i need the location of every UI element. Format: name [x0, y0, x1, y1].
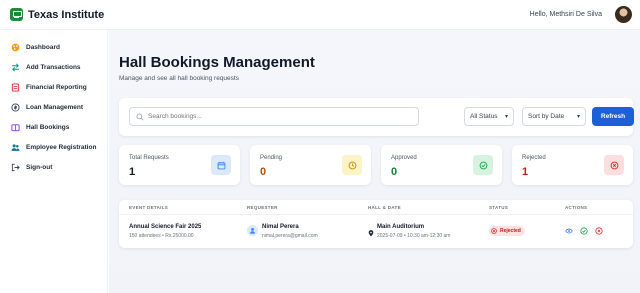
view-icon[interactable]	[565, 227, 573, 235]
x-circle-icon	[604, 155, 624, 175]
sidebar-item-label: Financial Reporting	[26, 83, 87, 91]
stat-value: 0	[260, 166, 267, 178]
booking-icon	[11, 123, 20, 132]
sidebar-item-dashboard[interactable]: Dashboard	[11, 40, 60, 54]
filter-bar: All Status ▾ Sort by Date ▾ Refresh	[119, 98, 634, 136]
sidebar-item-label: Dashboard	[26, 43, 60, 51]
chevron-down-icon: ▾	[504, 114, 508, 120]
event-meta: 150 attendees • Rs.25000.00	[129, 233, 194, 239]
sidebar-item-loan-management[interactable]: Loan Management	[11, 100, 83, 114]
sidebar-item-label: Add Transactions	[26, 63, 81, 71]
sidebar-item-employee-registration[interactable]: Employee Registration	[11, 140, 96, 154]
institute-logo-icon	[10, 8, 23, 21]
sort-select[interactable]: Sort by Date ▾	[522, 107, 586, 126]
approve-icon[interactable]	[580, 227, 588, 235]
page-title: Hall Bookings Management	[119, 54, 315, 71]
stat-label: Total Requests	[129, 155, 169, 161]
search-input[interactable]	[148, 113, 408, 120]
status-select-value: All Status	[470, 113, 498, 120]
hall-name: Main Auditorium	[377, 224, 425, 230]
sidebar-item-financial-reporting[interactable]: Financial Reporting	[11, 80, 87, 94]
check-circle-icon	[473, 155, 493, 175]
calendar-icon	[211, 155, 231, 175]
top-bar: Texas Institute Hello, Methsiri De Silva	[0, 0, 640, 30]
stat-label: Pending	[260, 155, 283, 161]
reject-icon[interactable]	[595, 227, 603, 235]
requester-email: nimal.perera@gmail.com	[262, 233, 318, 239]
requester-name: Nimal Perera	[262, 224, 299, 230]
stat-label: Rejected	[522, 155, 546, 161]
sidebar-item-label: Hall Bookings	[26, 123, 70, 131]
column-header: STATUS	[489, 205, 509, 210]
signout-icon	[11, 163, 20, 172]
app-title: Texas Institute	[28, 9, 105, 21]
stat-label: Approved	[391, 155, 417, 161]
header-divider	[119, 214, 633, 215]
stat-card-pending: Pending 0	[250, 145, 371, 185]
sidebar: Dashboard Add Transactions Financial Rep…	[0, 30, 108, 293]
stat-card-approved: Approved 0	[381, 145, 502, 185]
sidebar-item-label: Sign-out	[26, 163, 53, 171]
sort-select-value: Sort by Date	[528, 113, 565, 120]
column-header: REQUESTER	[247, 205, 278, 210]
loan-icon	[11, 102, 20, 112]
column-header: EVENT DETAILS	[129, 205, 169, 210]
chevron-down-icon: ▾	[576, 114, 580, 120]
user-avatar[interactable]	[615, 6, 632, 23]
user-greeting: Hello, Methsiri De Silva	[529, 11, 602, 18]
x-circle-icon	[491, 228, 497, 234]
clock-icon	[342, 155, 362, 175]
stat-value: 1	[129, 166, 136, 178]
search-box[interactable]	[129, 107, 419, 126]
swap-icon	[11, 63, 20, 72]
column-header: ACTIONS	[565, 205, 588, 210]
location-icon	[368, 224, 374, 242]
stat-value: 1	[522, 166, 529, 178]
sidebar-item-label: Loan Management	[26, 103, 84, 111]
sidebar-item-sign-out[interactable]: Sign-out	[11, 160, 52, 174]
status-text: Rejected	[500, 228, 521, 234]
refresh-button[interactable]: Refresh	[592, 107, 634, 126]
sidebar-item-label: Employee Registration	[26, 143, 97, 151]
sidebar-item-add-transactions[interactable]: Add Transactions	[11, 60, 81, 74]
person-icon	[247, 225, 258, 236]
status-select[interactable]: All Status ▾	[464, 107, 514, 126]
stat-card-total: Total Requests 1	[119, 145, 240, 185]
page-subtitle: Manage and see all hall booking requests	[119, 75, 239, 82]
search-icon	[136, 108, 144, 126]
report-icon	[11, 82, 20, 92]
users-icon	[11, 143, 20, 152]
booking-datetime: 2025-07-09 • 10:30 am-12:30 am	[377, 233, 451, 239]
main-content: Hall Bookings Management Manage and see …	[109, 30, 640, 293]
event-name: Annual Science Fair 2025	[129, 224, 202, 230]
stat-value: 0	[391, 166, 398, 178]
column-header: HALL & DATE	[368, 205, 401, 210]
bookings-table: EVENT DETAILS REQUESTER HALL & DATE STAT…	[119, 200, 633, 248]
stat-card-rejected: Rejected 1	[512, 145, 633, 185]
palette-icon	[11, 43, 20, 52]
status-badge: Rejected	[489, 226, 525, 236]
sidebar-item-hall-bookings[interactable]: Hall Bookings	[11, 120, 69, 134]
